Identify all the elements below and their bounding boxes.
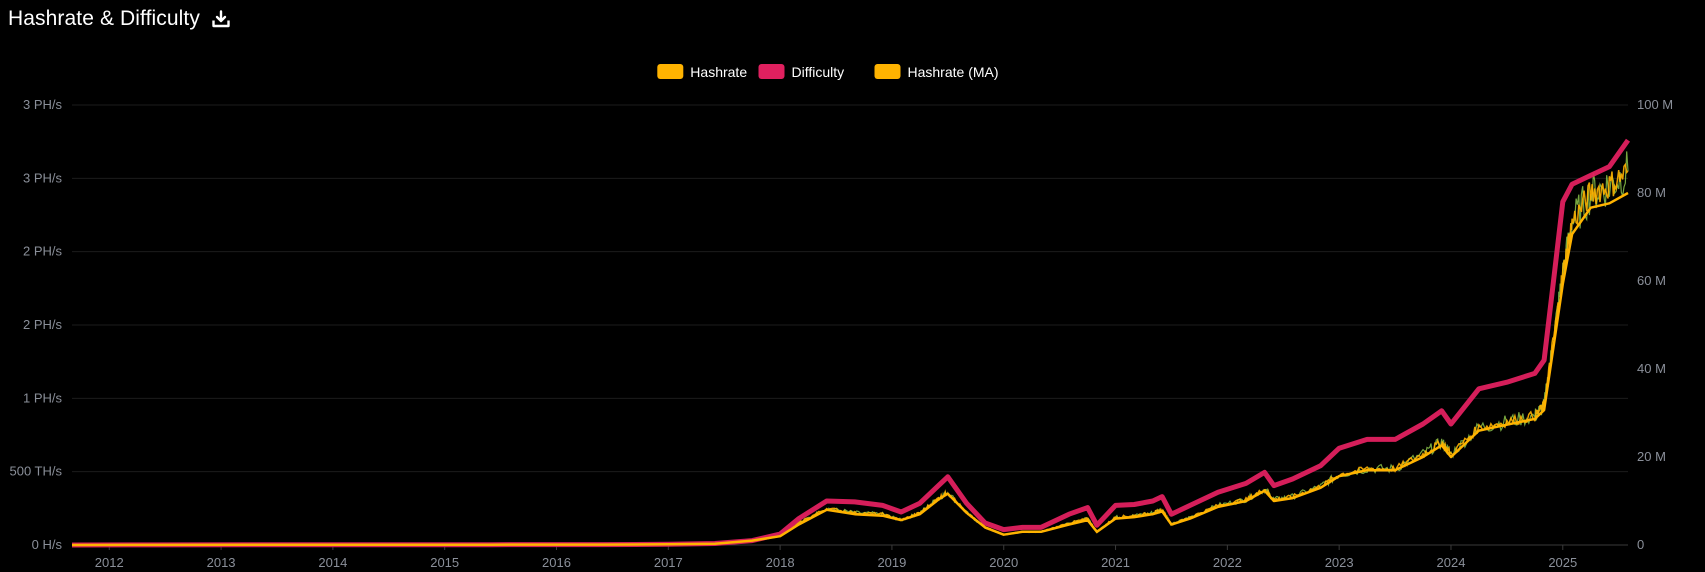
y-right-tick-label: 20 M [1637, 449, 1666, 464]
y-left-tick-label: 0 H/s [32, 537, 63, 552]
y-right-tick-label: 40 M [1637, 361, 1666, 376]
y-left-tick-label: 1 PH/s [23, 390, 63, 405]
legend-swatch [657, 64, 684, 79]
hashrate-difficulty-chart: 0 H/s 500 TH/s 1 PH/s 2 PH/s 2 PH/s 3 PH/s 3 P… [9, 64, 1673, 570]
y-right-tick-label: 60 M [1637, 273, 1666, 288]
y-left-tick-label: 500 TH/s [9, 464, 62, 479]
y-left-tick-label: 3 PH/s [23, 170, 63, 185]
series-lines [71, 138, 1631, 548]
x-tick-label: 2023 [1325, 555, 1354, 570]
x-tick-label: 2020 [989, 555, 1018, 570]
x-tick-label: 2013 [207, 555, 236, 570]
x-tick-label: 2021 [1101, 555, 1130, 570]
legend-label: Difficulty [792, 64, 845, 80]
chart-legend: Hashrate Difficulty Hashrate (MA) [657, 64, 999, 80]
y-axis-right: 0 20 M 40 M 60 M 80 M 100 M [1637, 97, 1673, 552]
legend-label: Hashrate (MA) [908, 64, 999, 80]
y-left-tick-label: 3 PH/s [23, 97, 63, 112]
legend-item-hashrate-ma[interactable]: Hashrate (MA) [874, 64, 999, 80]
y-left-tick-label: 2 PH/s [23, 317, 63, 332]
grid-lines [72, 104, 1628, 546]
legend-item-hashrate[interactable]: Hashrate [657, 64, 747, 80]
series-difficulty-line [71, 138, 1631, 548]
x-tick-label: 2015 [430, 555, 459, 570]
x-tick-label: 2022 [1213, 555, 1242, 570]
y-right-tick-label: 80 M [1637, 185, 1666, 200]
x-axis: 2012 2013 2014 2015 2016 2017 2018 2019 2020 2021… [95, 545, 1577, 570]
y-right-tick-label: 100 M [1637, 97, 1673, 112]
series-hashrate-ma-line [71, 191, 1629, 547]
y-left-tick-label: 2 PH/s [23, 244, 63, 259]
x-tick-label: 2017 [654, 555, 683, 570]
x-tick-label: 2025 [1548, 555, 1577, 570]
series-hashrate-line [72, 162, 1629, 546]
x-tick-label: 2014 [318, 555, 347, 570]
x-tick-label: 2019 [877, 555, 906, 570]
legend-swatch [758, 64, 785, 79]
series-hashrate-raw-line [72, 151, 1629, 546]
legend-label: Hashrate [690, 64, 747, 80]
x-tick-label: 2024 [1437, 555, 1466, 570]
legend-swatch [874, 64, 901, 79]
x-tick-label: 2016 [542, 555, 571, 570]
x-tick-label: 2018 [766, 555, 795, 570]
legend-item-difficulty[interactable]: Difficulty [758, 64, 845, 80]
x-tick-label: 2012 [95, 555, 124, 570]
y-axis-left: 0 H/s 500 TH/s 1 PH/s 2 PH/s 2 PH/s 3 PH/s 3 P… [9, 97, 62, 552]
y-right-tick-label: 0 [1637, 537, 1644, 552]
